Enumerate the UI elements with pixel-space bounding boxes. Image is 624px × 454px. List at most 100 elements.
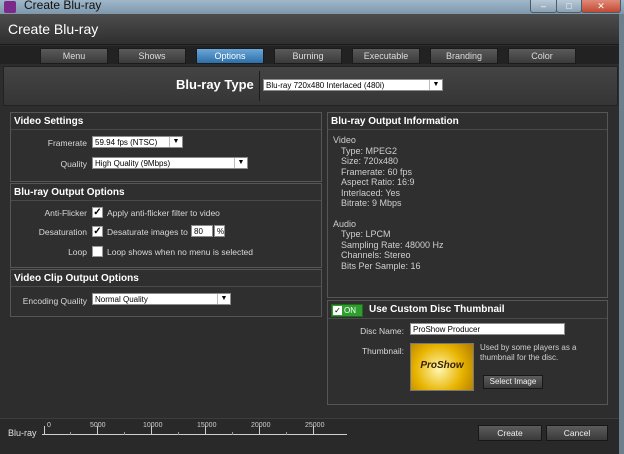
thumbnail-panel: ✓ ON Use Custom Disc Thumbnail Disc Name:… (327, 300, 608, 405)
encoding-quality-value: Normal Quality (95, 295, 148, 304)
dialog-header: Create Blu-ray (0, 14, 619, 45)
close-button[interactable]: ✕ (581, 0, 621, 13)
video-info-line: Type: MPEG2 (341, 145, 398, 156)
loop-text: Loop shows when no menu is selected (107, 247, 254, 257)
create-button[interactable]: Create (478, 425, 542, 441)
clip-options-title: Video Clip Output Options (14, 273, 139, 284)
maximize-button[interactable]: □ (556, 0, 582, 13)
tab-burning[interactable]: Burning (274, 48, 342, 64)
custom-thumbnail-toggle[interactable]: ✓ ON (331, 304, 363, 317)
video-info-line: Framerate: 60 fps (341, 166, 413, 177)
divider (259, 71, 260, 101)
disc-name-label: Disc Name: (360, 326, 404, 336)
thumbnail-image: ProShow (410, 343, 474, 391)
desaturation-checkbox[interactable]: ✓ (92, 226, 103, 237)
check-icon: ✓ (333, 306, 342, 315)
maximize-icon: □ (566, 1, 572, 11)
output-options-title: Blu-ray Output Options (14, 187, 125, 198)
thumbnail-label: Thumbnail: (361, 346, 404, 356)
video-info-line: Size: 720x480 (341, 156, 399, 166)
video-info-line: Interlaced: Yes (341, 187, 401, 198)
bluray-type-value: Blu-ray 720x480 Interlaced (480i) (266, 81, 385, 90)
bluray-type-select[interactable]: Blu-ray 720x480 Interlaced (480i) ▼ (263, 79, 443, 91)
desaturation-input[interactable]: 80 (191, 225, 213, 237)
video-info-line: Bitrate: 9 Mbps (341, 198, 402, 208)
tab-color[interactable]: Color (508, 48, 576, 64)
divider (328, 318, 607, 319)
antiflicker-text: Apply anti-flicker filter to video (107, 208, 220, 218)
desaturation-unit: % (214, 225, 225, 237)
bluray-type-label: Blu-ray Type (176, 77, 254, 92)
toggle-label: ON (344, 306, 356, 315)
chevron-down-icon: ▼ (429, 80, 442, 90)
divider (11, 286, 321, 287)
antiflicker-checkbox[interactable]: ✓ (92, 207, 103, 218)
window-title-bar[interactable]: Create Blu-ray – □ ✕ (0, 0, 624, 14)
capacity-label: Blu-ray (8, 428, 37, 438)
dialog-title: Create Blu-ray (8, 21, 99, 37)
thumbnail-title: Use Custom Disc Thumbnail (369, 304, 505, 315)
quality-label: Quality (60, 159, 87, 169)
ruler-tick (44, 426, 45, 435)
audio-heading: Audio (333, 218, 357, 229)
loop-label: Loop (68, 247, 87, 257)
divider (328, 129, 607, 130)
chevron-down-icon: ▼ (169, 137, 182, 147)
tab-shows[interactable]: Shows (118, 48, 186, 64)
audio-info-line: Channels: Stereo (341, 250, 411, 260)
desaturation-text: Desaturate images to (107, 227, 188, 237)
ruler-minor-tick (286, 432, 287, 435)
audio-info-line: Sampling Rate: 48000 Hz (341, 239, 444, 250)
framerate-label: Framerate (47, 138, 87, 148)
divider (11, 129, 321, 130)
ruler-label: 10000 (143, 422, 163, 429)
ruler-label: 5000 (90, 422, 106, 429)
output-info-panel: Blu-ray Output Information Video Type: M… (327, 112, 608, 298)
ruler-label: 15000 (197, 422, 217, 429)
audio-info-line: Bits Per Sample: 16 (341, 260, 421, 271)
tab-options[interactable]: Options (196, 48, 264, 64)
ruler-minor-tick (124, 432, 125, 435)
encoding-quality-select[interactable]: Normal Quality ▼ (92, 293, 231, 305)
tab-executable[interactable]: Executable (352, 48, 420, 64)
app-icon (4, 1, 16, 13)
bluray-type-bar: Blu-ray Type Blu-ray 720x480 Interlaced … (3, 66, 618, 106)
capacity-ruler (42, 434, 347, 435)
ruler-minor-tick (232, 432, 233, 435)
chevron-down-icon: ▼ (234, 158, 247, 168)
ruler-minor-tick (70, 432, 71, 435)
clip-options-panel: Video Clip Output Options Encoding Quali… (10, 269, 322, 317)
thumbnail-text: ProShow (420, 360, 464, 371)
disc-name-input[interactable]: ProShow Producer (410, 323, 565, 335)
output-options-panel: Blu-ray Output Options Anti-Flicker ✓ Ap… (10, 183, 322, 268)
video-settings-title: Video Settings (14, 116, 84, 127)
window-title: Create Blu-ray (24, 0, 102, 12)
loop-checkbox[interactable] (92, 246, 103, 257)
framerate-value: 59.94 fps (NTSC) (95, 138, 158, 147)
ruler-label: 25000 (305, 422, 325, 429)
minimize-button[interactable]: – (530, 0, 557, 13)
desaturation-label: Desaturation (38, 227, 87, 237)
close-icon: ✕ (597, 1, 605, 11)
chevron-down-icon: ▼ (217, 294, 230, 304)
quality-select[interactable]: High Quality (9Mbps) ▼ (92, 157, 248, 169)
quality-value: High Quality (9Mbps) (95, 159, 171, 168)
ruler-minor-tick (178, 432, 179, 435)
antiflicker-label: Anti-Flicker (44, 208, 87, 218)
cancel-button[interactable]: Cancel (546, 425, 608, 441)
video-info: Video Type: MPEG2 Size: 720x480 Framerat… (333, 135, 444, 271)
tab-branding[interactable]: Branding (430, 48, 498, 64)
audio-info-line: Type: LPCM (341, 229, 391, 239)
video-info-line: Aspect Ratio: 16:9 (341, 177, 415, 187)
ruler-label: 0 (47, 422, 51, 429)
select-image-button[interactable]: Select Image (483, 375, 543, 389)
divider (11, 200, 321, 201)
tab-menu[interactable]: Menu (40, 48, 108, 64)
encoding-quality-label: Encoding Quality (22, 296, 87, 306)
video-heading: Video (333, 135, 356, 145)
ruler-label: 20000 (251, 422, 271, 429)
thumbnail-note: Used by some players as a thumbnail for … (480, 343, 577, 362)
video-settings-panel: Video Settings Framerate 59.94 fps (NTSC… (10, 112, 322, 182)
minimize-icon: – (540, 1, 546, 11)
framerate-select[interactable]: 59.94 fps (NTSC) ▼ (92, 136, 183, 148)
